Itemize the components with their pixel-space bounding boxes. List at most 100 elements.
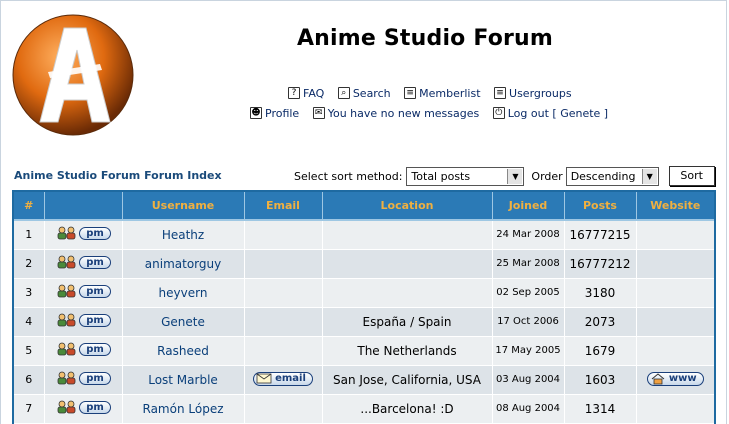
faq-icon: ? xyxy=(288,87,300,99)
sort-method-select[interactable]: Total posts ▼ xyxy=(406,166,525,186)
posts-cell: 3180 xyxy=(564,278,637,308)
email-button[interactable]: email xyxy=(253,371,313,386)
forum-index-link[interactable]: Anime Studio Forum Forum Index xyxy=(14,169,222,182)
search-icon: ⌕ xyxy=(337,87,350,99)
pm-button[interactable]: pm xyxy=(55,226,111,240)
pm-cell: pm xyxy=(44,249,123,279)
location-cell: San Jose, California, USA xyxy=(322,365,493,395)
col-header-website[interactable]: Website xyxy=(636,192,714,221)
logout-icon: ⏻ xyxy=(492,107,505,119)
col-header-pm xyxy=(44,192,123,221)
location-cell xyxy=(322,249,493,279)
site-title: Anime Studio Forum xyxy=(296,26,554,51)
pm-button[interactable]: pm xyxy=(55,342,111,356)
username-link[interactable]: Heathz xyxy=(122,220,245,250)
sort-button[interactable]: Sort xyxy=(668,166,715,186)
email-cell xyxy=(244,336,323,366)
pm-cell: pm xyxy=(44,220,123,250)
posts-cell: 16777212 xyxy=(564,249,637,279)
username-link[interactable]: Genete xyxy=(122,307,245,337)
table-row: 4 pm Genete España / Spain 17 Oct 2006 2073 xyxy=(14,307,714,337)
email-cell xyxy=(244,278,323,308)
col-header-location[interactable]: Location xyxy=(322,192,493,221)
pm-button[interactable]: pm xyxy=(55,371,111,385)
nav-search-label: Search xyxy=(352,86,391,100)
pm-label: pm xyxy=(79,342,111,356)
nav-memberlist-label: Memberlist xyxy=(419,86,481,100)
email-cell xyxy=(244,307,323,337)
pm-cell: pm xyxy=(44,278,123,308)
website-cell xyxy=(636,278,714,308)
home-icon xyxy=(651,372,665,384)
username-link[interactable]: Rasheed xyxy=(122,336,245,366)
pm-label: pm xyxy=(79,226,111,240)
nav-usergroups[interactable]: ≡ Usergroups xyxy=(494,87,572,100)
nav-messages[interactable]: ✉ You have no new messages xyxy=(312,107,479,120)
envelope-icon xyxy=(256,373,272,384)
usergroups-icon: ≡ xyxy=(494,87,507,99)
table-header-row: # Username Email Location Joined Posts W… xyxy=(14,192,714,221)
website-cell xyxy=(636,220,714,250)
username-link[interactable]: Lost Marble xyxy=(122,365,245,395)
posts-cell: 1603 xyxy=(564,365,637,395)
pm-button[interactable]: pm xyxy=(55,400,111,414)
username-link[interactable]: heyvern xyxy=(122,278,245,308)
col-header-posts[interactable]: Posts xyxy=(564,192,637,221)
table-row: 5 pm Rasheed The Netherlands 17 May 2005 1679 xyxy=(14,336,714,366)
col-header-email: Email xyxy=(244,192,323,221)
pm-button[interactable]: pm xyxy=(55,284,111,298)
pm-label: pm xyxy=(79,255,111,269)
table-row: 1 pm Heathz 24 Mar 2008 16777215 xyxy=(14,220,714,250)
memberlist-icon: ≡ xyxy=(404,87,417,99)
email-cell xyxy=(244,394,323,424)
posts-cell: 1679 xyxy=(564,336,637,366)
joined-cell: 25 Mar 2008 xyxy=(492,249,565,279)
nav-search[interactable]: ⌕ Search xyxy=(337,86,391,100)
website-button[interactable]: www xyxy=(646,371,704,386)
site-logo[interactable] xyxy=(12,14,134,136)
row-number: 3 xyxy=(14,278,45,308)
col-header-username[interactable]: Username xyxy=(122,192,245,221)
dropdown-arrow-icon: ▼ xyxy=(641,168,657,184)
posts-cell: 16777215 xyxy=(564,220,637,250)
website-cell: www xyxy=(636,365,714,395)
profile-icon: ☻ xyxy=(250,107,262,119)
pm-cell: pm xyxy=(44,336,123,366)
pm-label: pm xyxy=(79,371,111,385)
location-cell xyxy=(322,278,493,308)
pm-button[interactable]: pm xyxy=(55,255,111,269)
website-cell xyxy=(636,249,714,279)
order-label: Order xyxy=(531,169,563,183)
www-label: www xyxy=(668,373,697,384)
col-header-num[interactable]: # xyxy=(14,192,45,221)
nav-faq[interactable]: ? FAQ xyxy=(288,87,324,100)
pm-cell: pm xyxy=(44,307,123,337)
memberlist-table: # Username Email Location Joined Posts W… xyxy=(12,190,716,424)
col-header-joined[interactable]: Joined xyxy=(492,192,565,221)
username-link[interactable]: Ramón López xyxy=(122,394,245,424)
nav-logout[interactable]: ⏻ Log out [ Genete ] xyxy=(492,107,608,120)
row-number: 6 xyxy=(14,365,45,395)
table-row: 2 pm animatorguy 25 Mar 2008 16777212 xyxy=(14,249,714,279)
dropdown-arrow-icon: ▼ xyxy=(507,168,523,184)
pm-label: pm xyxy=(79,284,111,298)
posts-cell: 1314 xyxy=(564,394,637,424)
website-cell xyxy=(636,336,714,366)
location-cell xyxy=(322,220,493,250)
username-link[interactable]: animatorguy xyxy=(122,249,245,279)
sort-bar: Select sort method: Total posts ▼ Order … xyxy=(294,166,715,186)
email-cell xyxy=(244,249,323,279)
nav-memberlist[interactable]: ≡ Memberlist xyxy=(404,86,481,100)
table-row: 7 pm Ramón López ...Barcelona! :D 08 Aug 200… xyxy=(14,394,714,424)
sort-method-label: Select sort method: xyxy=(294,169,403,183)
nav-profile[interactable]: ☻ Profile xyxy=(250,107,299,120)
table-row: 6 pm Lost Marble email San Jose, California,… xyxy=(14,365,714,395)
row-number: 5 xyxy=(14,336,45,366)
pm-button[interactable]: pm xyxy=(55,313,111,327)
pm-label: pm xyxy=(79,400,111,414)
pm-cell: pm xyxy=(44,365,123,395)
row-number: 2 xyxy=(14,249,45,279)
row-number: 4 xyxy=(14,307,45,337)
order-select[interactable]: Descending ▼ xyxy=(565,166,659,186)
row-number: 1 xyxy=(14,220,45,250)
